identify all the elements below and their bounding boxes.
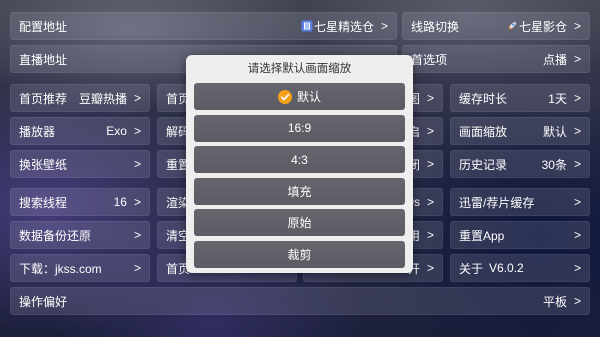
setting-search-threads[interactable]: 搜索线程 16 > bbox=[10, 188, 150, 216]
setting-label: 数据备份还原 bbox=[19, 228, 92, 243]
option-16-9[interactable]: 16:9 bbox=[194, 114, 405, 142]
chevron-right-icon: > bbox=[426, 195, 434, 209]
setting-label: 下载：jkss.com bbox=[19, 261, 102, 276]
setting-player[interactable]: 播放器 Exo > bbox=[10, 117, 150, 145]
chevron-right-icon: > bbox=[573, 52, 581, 66]
setting-config-url[interactable]: 配置地址 七星精选仓 > bbox=[10, 12, 397, 40]
setting-label: 播放器 bbox=[19, 124, 56, 139]
setting-value: 七星影仓 bbox=[518, 19, 567, 34]
chevron-right-icon: > bbox=[426, 228, 434, 242]
chevron-right-icon: > bbox=[573, 294, 581, 308]
chevron-right-icon: > bbox=[426, 124, 434, 138]
chevron-right-icon: > bbox=[573, 19, 581, 33]
option-label: 16:9 bbox=[287, 121, 312, 136]
setting-value: Exo bbox=[106, 124, 127, 138]
setting-label: 画面缩放 bbox=[459, 124, 508, 139]
setting-value: 30条 bbox=[541, 157, 567, 172]
setting-value: 点播 bbox=[542, 52, 567, 67]
setting-label: 重置App bbox=[459, 228, 505, 243]
setting-label: 首选项 bbox=[411, 52, 448, 67]
chevron-right-icon: > bbox=[573, 195, 581, 209]
option-label: 默认 bbox=[296, 90, 321, 104]
setting-backup[interactable]: 数据备份还原 > bbox=[10, 221, 150, 249]
setting-history[interactable]: 历史记录 30条 > bbox=[450, 150, 590, 178]
dialog-title: 请选择默认画面缩放 bbox=[247, 63, 352, 75]
setting-label: 直播地址 bbox=[19, 52, 68, 67]
chevron-right-icon: > bbox=[573, 157, 581, 171]
setting-operation-pref[interactable]: 操作偏好 平板 > bbox=[10, 287, 590, 315]
check-circle-icon bbox=[277, 89, 292, 104]
chevron-right-icon: > bbox=[573, 91, 581, 105]
option-label: 填充 bbox=[287, 184, 312, 199]
setting-source-switch[interactable]: 线路切换 七星影仓 > bbox=[402, 12, 590, 40]
version-text: V6.0.2 bbox=[489, 261, 524, 275]
setting-reset-app[interactable]: 重置App > bbox=[450, 221, 590, 249]
option-label: 原始 bbox=[287, 216, 312, 231]
setting-thunder-cache[interactable]: 迅雷/荐片缓存 > bbox=[450, 188, 590, 216]
chevron-right-icon: > bbox=[133, 228, 141, 242]
setting-label: 线路切换 bbox=[411, 19, 460, 34]
setting-value: 默认 bbox=[542, 124, 567, 139]
chevron-right-icon: > bbox=[426, 91, 434, 105]
setting-label: 换张壁纸 bbox=[19, 157, 68, 172]
chevron-right-icon: > bbox=[573, 228, 581, 242]
setting-label: 首页推荐 bbox=[19, 91, 68, 106]
setting-preference[interactable]: 首选项 点播 > bbox=[402, 45, 590, 73]
setting-label: 迅雷/荐片缓存 bbox=[459, 195, 535, 210]
chevron-right-icon: > bbox=[133, 91, 141, 105]
scale-select-dialog: 请选择默认画面缩放 默认 16:9 4:3 填充 原始 裁剪 bbox=[186, 55, 413, 273]
option-fill[interactable]: 填充 bbox=[194, 177, 405, 205]
setting-picture-scale[interactable]: 画面缩放 默认 > bbox=[450, 117, 590, 145]
setting-wallpaper[interactable]: 换张壁纸 > bbox=[10, 150, 150, 178]
setting-label: 操作偏好 bbox=[19, 294, 68, 309]
setting-value: 豆瓣热播 bbox=[78, 91, 127, 106]
chevron-right-icon: > bbox=[380, 19, 388, 33]
setting-label: 缓存时长 bbox=[459, 91, 508, 106]
option-original[interactable]: 原始 bbox=[194, 209, 405, 237]
chevron-right-icon: > bbox=[133, 195, 141, 209]
setting-download[interactable]: 下载：jkss.com > bbox=[10, 254, 150, 282]
option-default[interactable]: 默认 bbox=[194, 83, 405, 110]
chevron-right-icon: > bbox=[426, 157, 434, 171]
chevron-right-icon: > bbox=[133, 124, 141, 138]
chevron-right-icon: > bbox=[133, 261, 141, 275]
setting-value: 七星精选仓 bbox=[313, 19, 374, 34]
chevron-right-icon: > bbox=[573, 261, 581, 275]
option-label: 裁剪 bbox=[287, 247, 312, 262]
option-crop[interactable]: 裁剪 bbox=[194, 240, 405, 268]
setting-label: 历史记录 bbox=[459, 157, 508, 172]
setting-cache-duration[interactable]: 缓存时长 1天 > bbox=[450, 84, 590, 112]
setting-value: 16 bbox=[113, 195, 127, 209]
setting-label: 配置地址 bbox=[19, 19, 68, 34]
chevron-right-icon: > bbox=[573, 124, 581, 138]
setting-value: 1天 bbox=[548, 91, 567, 106]
option-label: 4:3 bbox=[291, 152, 308, 167]
rocket-icon bbox=[506, 20, 518, 32]
chevron-right-icon: > bbox=[426, 261, 434, 275]
setting-home-recommend[interactable]: 首页推荐 豆瓣热播 > bbox=[10, 84, 150, 112]
setting-about[interactable]: 关于 V6.0.2 > bbox=[450, 254, 590, 282]
setting-label: 关于 bbox=[459, 261, 484, 276]
app-badge-icon bbox=[301, 20, 313, 32]
option-4-3[interactable]: 4:3 bbox=[194, 146, 405, 174]
setting-label: 搜索线程 bbox=[19, 195, 68, 210]
chevron-right-icon: > bbox=[133, 157, 141, 171]
setting-value: 平板 bbox=[542, 294, 567, 309]
